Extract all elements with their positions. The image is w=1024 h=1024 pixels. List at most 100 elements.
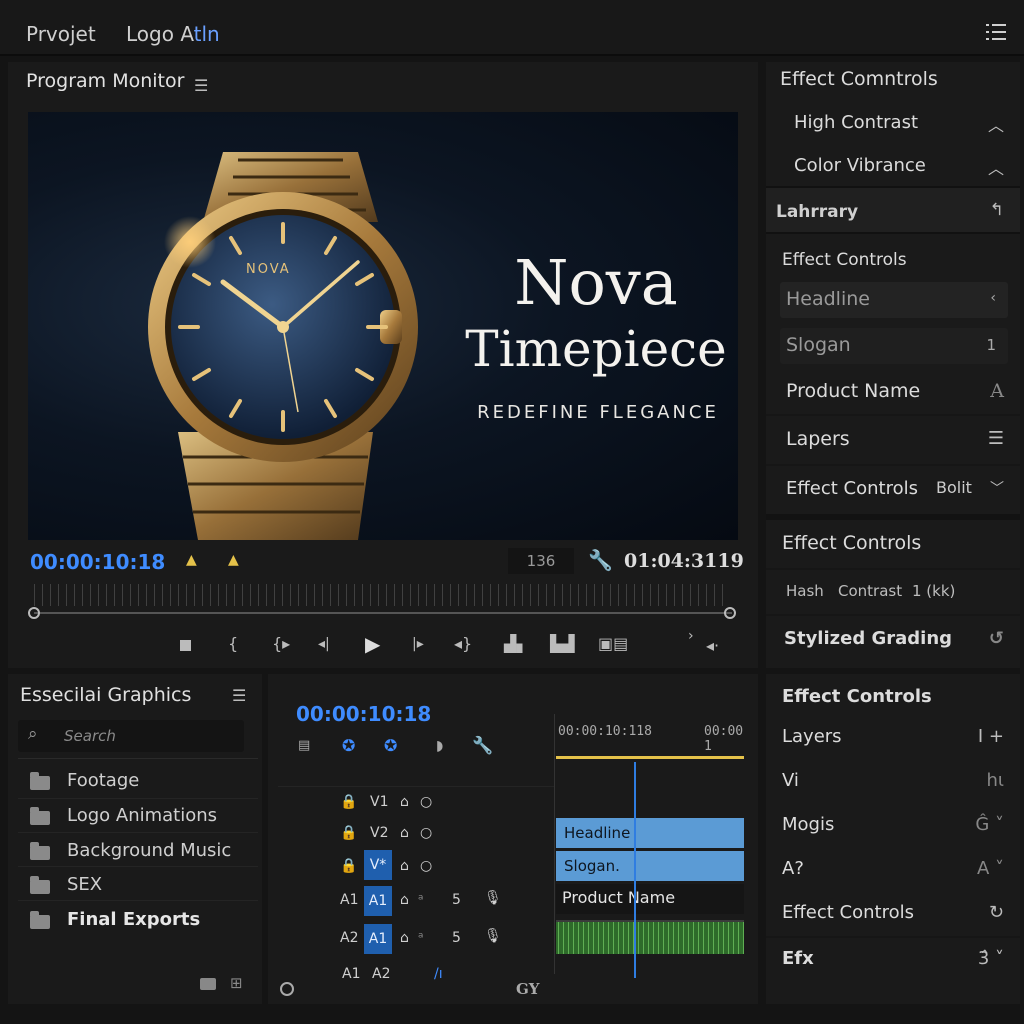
track-label-v2[interactable]: V2 (370, 825, 388, 841)
scrubber-start-handle[interactable] (28, 607, 40, 619)
workspace-menu-icon[interactable] (986, 24, 1006, 40)
effect-row-mogis[interactable]: Mogis Ĝ ˅ (766, 814, 1020, 835)
step-back-button[interactable]: ◂| (318, 636, 330, 652)
new-folder-icon[interactable] (200, 978, 216, 990)
layers-row[interactable]: Lapers ☰ (766, 428, 1020, 450)
program-viewer[interactable]: NOVA Nova Timepiece REDEFINE FLEGANCE (28, 112, 738, 540)
button-editor-icon[interactable]: ◂· (706, 636, 719, 655)
folder-item-footage[interactable]: Footage (8, 766, 262, 798)
source-track-a1-bottom[interactable]: A1 (342, 966, 360, 982)
mic-icon[interactable]: 🎙 (484, 928, 502, 944)
snap-icon[interactable]: ✪ (342, 736, 355, 755)
folder-item-sex[interactable]: SEX (8, 870, 262, 902)
go-to-out-button[interactable]: ◂} (454, 634, 472, 653)
playhead[interactable] (634, 762, 636, 978)
effect-controls-dropdown-value[interactable]: Bolit (936, 478, 972, 497)
folder-item-background-music[interactable]: Background Music (8, 836, 262, 868)
scrubber-end-handle[interactable] (724, 607, 736, 619)
effect-item-high-contrast[interactable]: High Contrast ︿ (766, 112, 1020, 136)
extract-button[interactable]: ▙▟ (550, 634, 575, 653)
play-button[interactable]: ▶ (365, 632, 380, 656)
export-frame-button[interactable]: ▣▤ (598, 634, 628, 653)
reset-icon[interactable]: ↺ (989, 628, 1004, 649)
track-lock-icon[interactable]: 🔒 (340, 794, 357, 810)
folder-item-logo-animations[interactable]: Logo Animations (8, 801, 262, 833)
chevron-up-icon[interactable]: ︿ (988, 112, 1004, 136)
effect-row-dropdown[interactable]: 3̂ ˅ (978, 948, 1004, 969)
mic-icon[interactable]: 🎙 (484, 890, 502, 906)
panel-menu-icon[interactable]: ☰ (232, 686, 246, 705)
menu-project[interactable]: Prvojet (26, 22, 96, 46)
library-refresh-icon[interactable]: ↰ (990, 200, 1004, 220)
effect-controls-row[interactable]: Effect Controls Bolit ﹀ (766, 478, 1020, 499)
track-sync-icon[interactable]: ⌂ (400, 930, 409, 946)
mark-in-button[interactable]: { (228, 634, 238, 653)
work-area-bar[interactable] (556, 756, 744, 759)
new-item-icon[interactable]: ⊞ (230, 974, 243, 992)
product-name-row[interactable]: Product Name A (766, 380, 1020, 402)
track-lock-icon[interactable]: 🔒 (340, 858, 357, 874)
track-lock-icon[interactable]: 🔒 (340, 825, 357, 841)
marker-icon[interactable]: ◗ (436, 738, 443, 754)
panel-menu-icon[interactable]: ☰ (194, 76, 208, 95)
out-marker-icon[interactable]: ▲ (228, 552, 239, 568)
wrench-icon[interactable]: 🔧 (472, 736, 493, 756)
track-target-v3[interactable]: V* (364, 850, 392, 880)
step-forward-button[interactable]: |▸ (412, 636, 424, 652)
track-label-a2[interactable]: A2 (372, 966, 390, 982)
clip-product-name[interactable]: Product Name (556, 884, 744, 914)
chevron-up-icon[interactable]: ︿ (988, 155, 1004, 179)
go-to-in-button[interactable]: {▸ (272, 634, 290, 653)
track-eye-icon[interactable]: ○ (420, 825, 432, 841)
add-layer-icon[interactable]: Ι + (978, 726, 1004, 747)
effect-row-dropdown[interactable]: Ĝ ˅ (975, 814, 1004, 835)
linked-selection-icon[interactable]: ✪ (384, 736, 397, 755)
search-input[interactable]: ⌕ Search (18, 720, 244, 752)
timeline-timecode[interactable]: 00:00:10:18 (296, 702, 431, 726)
track-solo-icon[interactable]: ᵃ (418, 930, 423, 946)
reset-icon[interactable]: ↻ (989, 902, 1004, 923)
track-label-v1[interactable]: V1 (370, 794, 388, 810)
stop-button[interactable] (180, 640, 191, 651)
source-track-a2[interactable]: A2 (340, 930, 358, 946)
in-marker-icon[interactable]: ▲ (186, 552, 197, 568)
settings-wrench-icon[interactable]: 🔧 (588, 548, 613, 572)
zoom-handle[interactable] (280, 982, 294, 996)
nest-icon[interactable]: ▤ (298, 738, 310, 753)
effect-row-dropdown[interactable]: A ˅ (977, 858, 1004, 879)
track-sync-icon[interactable]: ⌂ (400, 794, 409, 810)
effect-row-effect-controls[interactable]: Effect Controls ↻ (766, 902, 1020, 923)
chevron-down-icon[interactable]: ﹀ (990, 478, 1004, 498)
track-sync-icon[interactable]: ⌂ (400, 825, 409, 841)
scrubber-track[interactable] (34, 612, 732, 614)
effect-item-color-vibrance[interactable]: Color Vibrance ︿ (766, 155, 1020, 179)
audio-clip-waveform[interactable] (556, 920, 744, 954)
track-target-a1[interactable]: A1 (364, 886, 392, 916)
list-icon[interactable]: ☰ (988, 428, 1004, 449)
slogan-field[interactable]: Slogan 1 (780, 328, 1008, 364)
library-header[interactable]: Lahrrary ↰ (766, 188, 1020, 232)
stylized-grading-row[interactable]: Stylized Grading ↺ (766, 628, 1020, 649)
program-timecode[interactable]: 00:00:10:18 (30, 550, 165, 574)
hash-contrast-row[interactable]: Hash Contrast 1 (kk) (766, 582, 1020, 600)
effect-row-layers[interactable]: Layers Ι + (766, 726, 1020, 747)
more-controls-icon[interactable]: › (688, 628, 694, 644)
track-eye-icon[interactable]: ○ (420, 858, 432, 874)
source-track-a1[interactable]: A1 (340, 892, 358, 908)
clip-slogan[interactable]: Slogan. (556, 851, 744, 881)
headline-field[interactable]: Headline ‹ (780, 282, 1008, 318)
zoom-value[interactable]: 136 (508, 548, 574, 574)
effect-row-a[interactable]: A? A ˅ (766, 858, 1020, 879)
lift-button[interactable]: ▟▖ (504, 634, 529, 653)
track-sync-icon[interactable]: ⌂ (400, 858, 409, 874)
menu-logo-anim[interactable]: Logo Atln (126, 22, 220, 46)
track-edit-icon[interactable]: /ı (434, 966, 443, 982)
track-eye-icon[interactable]: ○ (420, 794, 432, 810)
track-target-a2[interactable]: A1 (364, 924, 392, 954)
clip-headline[interactable]: Headline (556, 818, 744, 848)
effect-row-vi[interactable]: Vi hι (766, 770, 1020, 791)
track-sync-icon[interactable]: ⌂ (400, 892, 409, 908)
effect-row-efx[interactable]: Efx 3̂ ˅ (766, 948, 1020, 969)
folder-item-final-exports[interactable]: Final Exports (8, 905, 262, 937)
track-solo-icon[interactable]: ᵃ (418, 892, 423, 908)
